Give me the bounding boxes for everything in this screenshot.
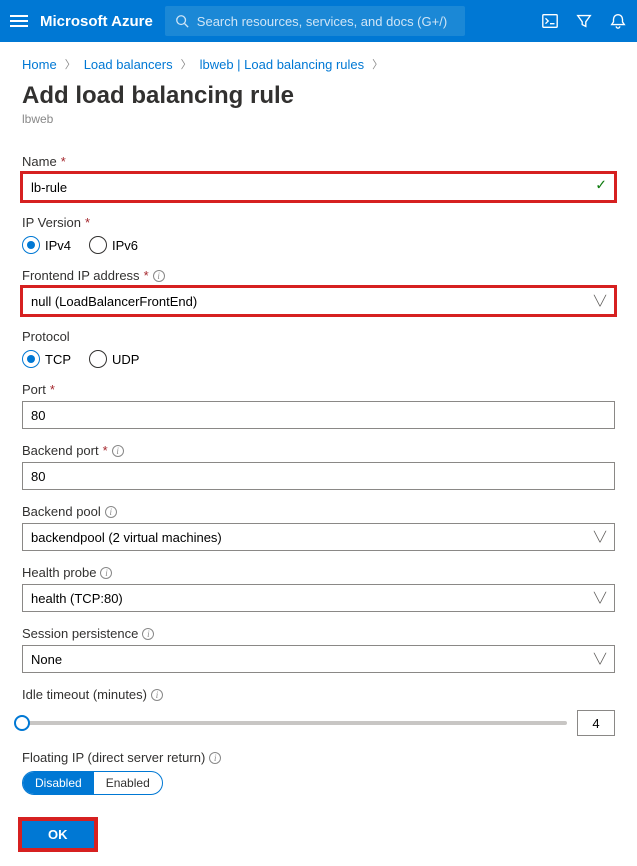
health-probe-value: health (TCP:80) bbox=[31, 591, 123, 606]
page-subtitle: lbweb bbox=[22, 112, 615, 126]
breadcrumb-current[interactable]: lbweb | Load balancing rules bbox=[200, 57, 365, 72]
name-input[interactable] bbox=[22, 173, 615, 201]
backend-pool-value: backendpool (2 virtual machines) bbox=[31, 530, 222, 545]
backend-pool-field: Backend pool i backendpool (2 virtual ma… bbox=[22, 504, 615, 551]
breadcrumb-home[interactable]: Home bbox=[22, 57, 57, 72]
filter-icon[interactable] bbox=[575, 12, 593, 30]
chevron-right-icon: 〉 bbox=[372, 56, 383, 72]
port-label: Port bbox=[22, 382, 46, 397]
frontend-ip-select[interactable]: null (LoadBalancerFrontEnd) ╲╱ bbox=[22, 287, 615, 315]
chevron-right-icon: 〉 bbox=[181, 56, 192, 72]
frontend-ip-field: Frontend IP address * i null (LoadBalanc… bbox=[22, 268, 615, 315]
global-search[interactable] bbox=[165, 6, 465, 36]
chevron-down-icon: ╲╱ bbox=[594, 654, 606, 665]
required-mark: * bbox=[103, 443, 108, 458]
required-mark: * bbox=[85, 215, 90, 230]
required-mark: * bbox=[61, 154, 66, 169]
search-icon bbox=[175, 14, 189, 28]
info-icon[interactable]: i bbox=[153, 270, 165, 282]
name-label: Name bbox=[22, 154, 57, 169]
backend-port-label: Backend port bbox=[22, 443, 99, 458]
footer: OK bbox=[0, 803, 637, 866]
session-persistence-label: Session persistence bbox=[22, 626, 138, 641]
top-bar: Microsoft Azure bbox=[0, 0, 637, 42]
port-field: Port * bbox=[22, 382, 615, 429]
info-icon[interactable]: i bbox=[151, 689, 163, 701]
chevron-down-icon: ╲╱ bbox=[594, 593, 606, 604]
backend-port-field: Backend port * i bbox=[22, 443, 615, 490]
notification-icon[interactable] bbox=[609, 12, 627, 30]
idle-timeout-label: Idle timeout (minutes) bbox=[22, 687, 147, 702]
radio-ipv4-label: IPv4 bbox=[45, 238, 71, 253]
floating-ip-field: Floating IP (direct server return) i Dis… bbox=[22, 750, 615, 795]
idle-timeout-slider[interactable] bbox=[22, 721, 567, 725]
menu-icon[interactable] bbox=[10, 15, 28, 27]
ok-button[interactable]: OK bbox=[22, 821, 94, 848]
page-title: Add load balancing rule bbox=[22, 82, 615, 110]
backend-pool-label: Backend pool bbox=[22, 504, 101, 519]
port-input[interactable] bbox=[22, 401, 615, 429]
breadcrumb-load-balancers[interactable]: Load balancers bbox=[84, 57, 173, 72]
chevron-right-icon: 〉 bbox=[65, 56, 76, 72]
cloud-shell-icon[interactable] bbox=[541, 12, 559, 30]
radio-ipv4[interactable]: IPv4 bbox=[22, 236, 71, 254]
name-field: Name * ✓ bbox=[22, 154, 615, 201]
frontend-ip-value: null (LoadBalancerFrontEnd) bbox=[31, 294, 197, 309]
toggle-enabled[interactable]: Enabled bbox=[94, 772, 162, 794]
protocol-label: Protocol bbox=[22, 329, 70, 344]
brand-label: Microsoft Azure bbox=[40, 13, 153, 30]
required-mark: * bbox=[144, 268, 149, 283]
health-probe-field: Health probe i health (TCP:80) ╲╱ bbox=[22, 565, 615, 612]
info-icon[interactable]: i bbox=[112, 445, 124, 457]
radio-ipv6[interactable]: IPv6 bbox=[89, 236, 138, 254]
floating-ip-toggle[interactable]: Disabled Enabled bbox=[22, 771, 163, 795]
frontend-ip-label: Frontend IP address bbox=[22, 268, 140, 283]
session-persistence-field: Session persistence i None ╲╱ bbox=[22, 626, 615, 673]
floating-ip-label: Floating IP (direct server return) bbox=[22, 750, 205, 765]
info-icon[interactable]: i bbox=[142, 628, 154, 640]
radio-tcp-label: TCP bbox=[45, 352, 71, 367]
info-icon[interactable]: i bbox=[100, 567, 112, 579]
slider-thumb[interactable] bbox=[14, 715, 30, 731]
session-persistence-value: None bbox=[31, 652, 62, 667]
radio-ipv6-label: IPv6 bbox=[112, 238, 138, 253]
protocol-field: Protocol TCP UDP bbox=[22, 329, 615, 368]
backend-port-input[interactable] bbox=[22, 462, 615, 490]
chevron-down-icon: ╲╱ bbox=[594, 296, 606, 307]
breadcrumb: Home 〉 Load balancers 〉 lbweb | Load bal… bbox=[0, 42, 637, 82]
session-persistence-select[interactable]: None ╲╱ bbox=[22, 645, 615, 673]
health-probe-select[interactable]: health (TCP:80) ╲╱ bbox=[22, 584, 615, 612]
idle-timeout-field: Idle timeout (minutes) i 4 bbox=[22, 687, 615, 736]
required-mark: * bbox=[50, 382, 55, 397]
health-probe-label: Health probe bbox=[22, 565, 96, 580]
form: Name * ✓ IP Version * IPv4 IPv6 Frontend… bbox=[0, 132, 637, 803]
backend-pool-select[interactable]: backendpool (2 virtual machines) ╲╱ bbox=[22, 523, 615, 551]
radio-udp[interactable]: UDP bbox=[89, 350, 139, 368]
top-icon-group bbox=[541, 12, 627, 30]
info-icon[interactable]: i bbox=[209, 752, 221, 764]
page-header: Add load balancing rule lbweb bbox=[0, 82, 637, 132]
ip-version-field: IP Version * IPv4 IPv6 bbox=[22, 215, 615, 254]
check-icon: ✓ bbox=[595, 177, 607, 194]
chevron-down-icon: ╲╱ bbox=[594, 532, 606, 543]
info-icon[interactable]: i bbox=[105, 506, 117, 518]
radio-tcp[interactable]: TCP bbox=[22, 350, 71, 368]
ip-version-label: IP Version bbox=[22, 215, 81, 230]
radio-udp-label: UDP bbox=[112, 352, 139, 367]
idle-timeout-value[interactable]: 4 bbox=[577, 710, 615, 736]
toggle-disabled[interactable]: Disabled bbox=[23, 772, 94, 794]
search-input[interactable] bbox=[197, 14, 455, 29]
